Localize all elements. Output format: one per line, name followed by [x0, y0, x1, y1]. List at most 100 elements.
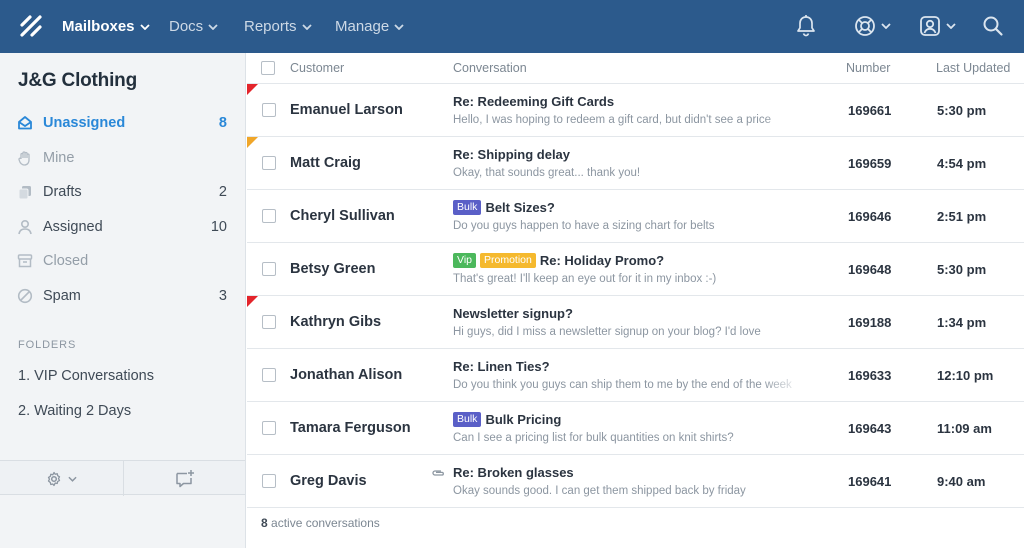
- last-updated-time: 12:10 pm: [937, 368, 994, 383]
- sidebar-footer: [0, 460, 245, 496]
- row-checkbox[interactable]: [262, 474, 276, 488]
- row-checkbox[interactable]: [262, 209, 276, 223]
- conversation-subject: Newsletter signup?: [453, 306, 573, 321]
- notifications-bell-icon[interactable]: [795, 13, 817, 39]
- table-row[interactable]: Greg Davis Re: Broken glasses Okay sounds …: [247, 455, 1024, 508]
- conversation-count-label: active conversations: [271, 516, 380, 530]
- tag-badge[interactable]: Promotion: [480, 253, 536, 268]
- chevron-down-icon: [946, 23, 956, 29]
- sidebar-item-label: Assigned: [43, 219, 103, 235]
- tag-badge[interactable]: Vip: [453, 253, 476, 268]
- sidebar-item-spam[interactable]: Spam 3: [0, 279, 245, 313]
- conversation-preview-wrap: That's great! I'll keep an eye out for i…: [453, 273, 803, 285]
- table-row[interactable]: Kathryn Gibs Newsletter signup? Hi guys, d…: [247, 296, 1024, 349]
- chevron-down-icon: [881, 23, 891, 29]
- conversation-preview-wrap: Hi guys, did I miss a newsletter signup …: [453, 326, 803, 338]
- table-row[interactable]: Jonathan Alison Re: Linen Ties? Do you thi…: [247, 349, 1024, 402]
- row-checkbox[interactable]: [262, 421, 276, 435]
- preview-fade: [763, 432, 803, 444]
- sidebar-item-mine[interactable]: Mine: [0, 141, 245, 175]
- sidebar-item-closed[interactable]: Closed: [0, 244, 245, 278]
- row-checkbox[interactable]: [262, 103, 276, 117]
- nav-docs[interactable]: Docs: [169, 0, 218, 53]
- archive-icon: [17, 254, 33, 268]
- customer-name: Betsy Green: [290, 261, 376, 277]
- chevron-down-icon: [68, 476, 77, 482]
- person-icon: [18, 219, 32, 235]
- conversation-subject-line: Re: Shipping delay: [453, 147, 570, 162]
- tag-badge[interactable]: Bulk: [453, 412, 482, 427]
- conversation-preview-wrap: Do you guys happen to have a sizing char…: [453, 220, 803, 232]
- help-menu[interactable]: [854, 13, 891, 39]
- preview-fade: [763, 167, 803, 179]
- last-updated-time: 2:51 pm: [937, 209, 987, 224]
- row-checkbox[interactable]: [262, 368, 276, 382]
- nav-mailboxes[interactable]: Mailboxes: [62, 0, 150, 53]
- sidebar-item-count: 10: [210, 219, 227, 235]
- new-conversation-button[interactable]: [124, 461, 245, 496]
- sidebar-folder-waiting[interactable]: 2. Waiting 2 Days: [18, 396, 228, 426]
- nav-reports[interactable]: Reports: [244, 0, 312, 53]
- conversation-preview-wrap: Do you think you guys can ship them to m…: [453, 379, 803, 391]
- sidebar-item-drafts[interactable]: Drafts 2: [0, 175, 245, 209]
- chevron-down-icon: [394, 24, 404, 31]
- row-checkbox[interactable]: [262, 156, 276, 170]
- profile-menu[interactable]: [919, 13, 956, 39]
- select-all-checkbox[interactable]: [261, 61, 275, 75]
- conversation-preview: Okay, that sounds great... thank you!: [453, 167, 641, 179]
- last-updated-time: 5:30 pm: [937, 262, 987, 277]
- inbox-icon: [18, 116, 32, 130]
- mailbox-title[interactable]: J&G Clothing: [18, 70, 137, 92]
- table-row[interactable]: Tamara Ferguson Bulk Bulk Pricing Can I see…: [247, 402, 1024, 455]
- conversation-count: 8: [261, 516, 268, 530]
- table-row[interactable]: Matt Craig Re: Shipping delay Okay, that s…: [247, 137, 1024, 190]
- conversation-preview: Okay sounds good. I can get them shipped…: [453, 485, 746, 497]
- customer-name: Greg Davis: [290, 473, 367, 489]
- nav-reports-label: Reports: [244, 18, 297, 35]
- hand-icon: [18, 151, 30, 166]
- preview-fade: [763, 379, 803, 391]
- nav-mailboxes-label: Mailboxes: [62, 18, 135, 35]
- sidebar-item-count: 3: [218, 288, 227, 304]
- table-row[interactable]: Emanuel Larson Re: Redeeming Gift Cards He…: [247, 84, 1024, 137]
- spam-icon: [17, 288, 33, 304]
- chevron-down-icon: [208, 24, 218, 31]
- header-customer[interactable]: Customer: [290, 53, 344, 84]
- conversation-subject: Re: Linen Ties?: [453, 359, 550, 374]
- header-last-updated[interactable]: Last Updated: [936, 53, 1010, 84]
- chevron-down-icon: [301, 24, 312, 31]
- sidebar-item-label: Drafts: [43, 184, 82, 200]
- sidebar-item-label: Spam: [43, 288, 81, 304]
- row-checkbox[interactable]: [262, 315, 276, 329]
- header-number[interactable]: Number: [846, 53, 890, 84]
- search-icon[interactable]: [982, 13, 1004, 39]
- conversation-subject-line: Vip Promotion Re: Holiday Promo?: [453, 253, 664, 268]
- table-header: Customer Conversation Number Last Update…: [247, 53, 1024, 84]
- nav-manage[interactable]: Manage: [335, 0, 404, 53]
- conversation-number: 169648: [848, 262, 892, 277]
- conversation-preview: Do you think you guys can ship them to m…: [453, 379, 792, 391]
- tag-badge[interactable]: Bulk: [453, 200, 482, 215]
- chevron-down-icon: [139, 24, 150, 31]
- conversation-subject: Re: Redeeming Gift Cards: [453, 94, 615, 109]
- table-row[interactable]: Betsy Green Vip Promotion Re: Holiday Promo…: [247, 243, 1024, 296]
- settings-menu-button[interactable]: [0, 461, 123, 496]
- sidebar-item-assigned[interactable]: Assigned 10: [0, 210, 245, 244]
- conversation-subject: Bulk Pricing: [485, 412, 562, 427]
- app-logo-icon[interactable]: [19, 14, 43, 38]
- user-profile-icon: [920, 16, 940, 36]
- last-updated-time: 11:09 am: [937, 421, 992, 436]
- preview-fade: [763, 114, 803, 126]
- header-conversation[interactable]: Conversation: [453, 53, 527, 84]
- conversation-number: 169659: [848, 156, 892, 171]
- conversation-subject: Belt Sizes?: [485, 200, 555, 215]
- customer-name: Jonathan Alison: [290, 367, 403, 383]
- sidebar-item-label: Mine: [43, 150, 75, 166]
- sidebar-folder-vip[interactable]: 1. VIP Conversations: [18, 361, 228, 391]
- sidebar-item-unassigned[interactable]: Unassigned 8: [0, 106, 245, 140]
- priority-flag-icon: [247, 84, 258, 95]
- row-checkbox[interactable]: [262, 262, 276, 276]
- nav-manage-label: Manage: [335, 18, 390, 35]
- folders-heading: FOLDERS: [18, 339, 77, 351]
- table-row[interactable]: Cheryl Sullivan Bulk Belt Sizes? Do you guy…: [247, 190, 1024, 243]
